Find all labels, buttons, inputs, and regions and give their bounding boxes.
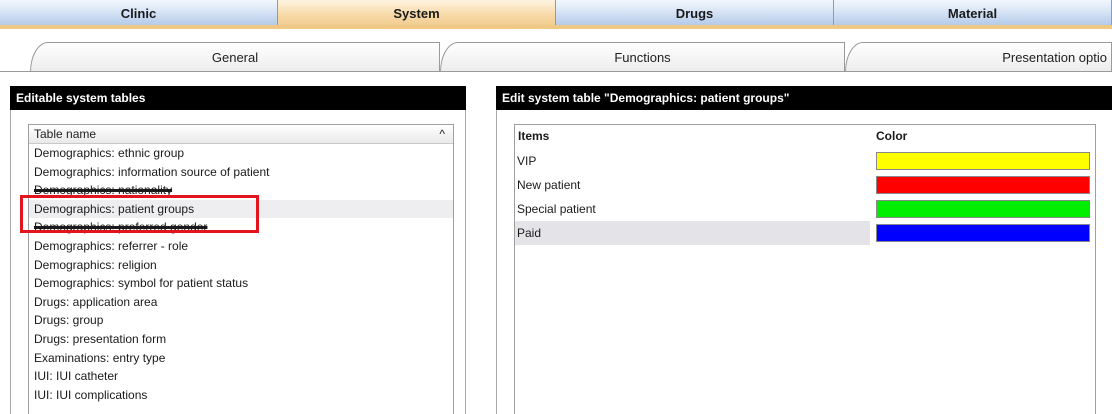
subtab-general[interactable]: General: [30, 42, 440, 72]
list-item[interactable]: Demographics: religion: [29, 256, 453, 275]
app-window: Clinic System Drugs Material General Fun…: [0, 0, 1112, 414]
list-item[interactable]: Drugs: presentation form: [29, 330, 453, 349]
item-cell[interactable]: Special patient: [517, 202, 596, 216]
selection-highlight-annotation: [20, 195, 259, 233]
sort-ascending-icon[interactable]: ^: [439, 127, 445, 141]
table-name-header: Table name: [34, 127, 97, 141]
list-item[interactable]: Demographics: ethnic group: [29, 144, 453, 163]
list-item[interactable]: Drugs: group: [29, 311, 453, 330]
subtab-divider: [0, 71, 1112, 72]
table-row-selected[interactable]: Paid: [515, 221, 1095, 245]
list-item[interactable]: IUI: IUI complications: [29, 386, 453, 405]
row-selection-background: [515, 221, 870, 245]
list-column-header[interactable]: Table name ^: [29, 125, 453, 144]
items-column-header[interactable]: Items: [518, 129, 549, 143]
item-cell[interactable]: New patient: [517, 178, 580, 192]
editable-tables-header: Editable system tables: [10, 86, 466, 110]
items-grid: Items Color VIP New patient Special pati…: [514, 124, 1096, 414]
sub-tabbar: General Functions Presentation optio: [0, 42, 1112, 72]
item-cell[interactable]: Paid: [517, 226, 541, 240]
table-row[interactable]: VIP: [515, 149, 1095, 173]
color-swatch[interactable]: [876, 224, 1090, 242]
subtab-presentation-options[interactable]: Presentation optio: [845, 42, 1112, 72]
color-swatch[interactable]: [876, 200, 1090, 218]
item-cell[interactable]: VIP: [517, 154, 536, 168]
grid-header: Items Color: [515, 125, 1095, 146]
system-tables-list[interactable]: Table name ^ Demographics: ethnic group …: [28, 124, 454, 414]
color-swatch[interactable]: [876, 176, 1090, 194]
list-item[interactable]: IUI: IUI catheter: [29, 367, 453, 386]
table-row[interactable]: New patient: [515, 173, 1095, 197]
list-item[interactable]: Demographics: symbol for patient status: [29, 274, 453, 293]
table-row[interactable]: Special patient: [515, 197, 1095, 221]
list-item[interactable]: Examinations: entry type: [29, 349, 453, 368]
active-tab-strip: [0, 25, 1112, 29]
color-swatch[interactable]: [876, 152, 1090, 170]
list-item[interactable]: Drugs: application area: [29, 293, 453, 312]
edit-table-header: Edit system table "Demographics: patient…: [496, 86, 1112, 110]
list-item[interactable]: Demographics: information source of pati…: [29, 163, 453, 182]
subtab-functions[interactable]: Functions: [440, 42, 845, 72]
color-column-header[interactable]: Color: [876, 129, 907, 143]
list-item[interactable]: Demographics: referrer - role: [29, 237, 453, 256]
